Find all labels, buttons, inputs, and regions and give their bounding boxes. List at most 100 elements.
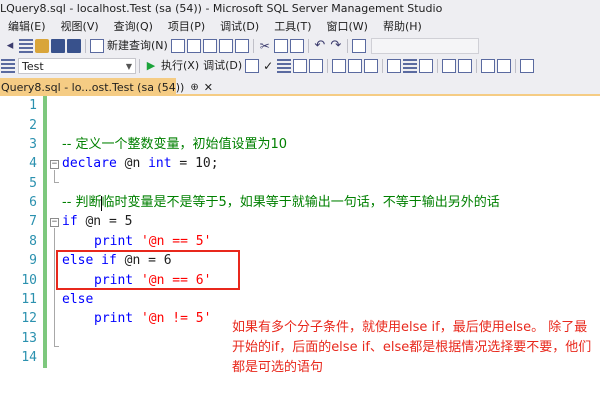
collapse-icon[interactable]: − — [50, 218, 59, 227]
display-plan-icon[interactable] — [293, 59, 308, 73]
line-number: 4 — [29, 156, 37, 171]
query-type-icon-4[interactable] — [218, 39, 233, 53]
increase-indent-icon[interactable] — [497, 59, 512, 73]
menu-project[interactable]: 项目(P) — [164, 18, 209, 34]
solution-icon[interactable] — [351, 39, 366, 53]
keyword-token: if — [62, 214, 78, 229]
keyword-token: int — [148, 156, 172, 171]
find-combo[interactable] — [370, 38, 479, 54]
line-number: 3 — [29, 137, 37, 152]
keyword-token: print — [94, 234, 134, 249]
query-type-icon-2[interactable] — [186, 39, 201, 53]
annotation-highlight-box — [56, 250, 240, 290]
parse-check-icon[interactable]: ✓ — [261, 59, 275, 73]
debug-button[interactable]: 调试(D) — [201, 58, 244, 74]
code-token: @n = 5 — [77, 214, 133, 229]
menu-bar: 编辑(E) 视图(V) 查询(Q) 项目(P) 调试(D) 工具(T) 窗口(W… — [0, 16, 600, 36]
line-number-gutter: 1 2 3 4 5 6 7 8 9 10 11 12 13 14 — [0, 96, 42, 400]
menu-view[interactable]: 视图(V) — [57, 18, 103, 34]
menu-help[interactable]: 帮助(H) — [379, 18, 426, 34]
toolbar-separator — [437, 59, 439, 73]
cancel-query-icon[interactable] — [245, 59, 260, 73]
intellisense-icon[interactable] — [332, 59, 347, 73]
line-number: 5 — [29, 176, 37, 191]
line-number: 11 — [21, 292, 37, 307]
results-grid-icon[interactable] — [403, 59, 418, 73]
comment-lines-icon[interactable] — [442, 59, 457, 73]
new-query-icon[interactable] — [90, 39, 104, 53]
execute-icon[interactable]: ▶ — [144, 59, 158, 73]
redo-icon[interactable]: ↷ — [329, 39, 343, 53]
save-all-icon[interactable] — [67, 39, 81, 53]
connect-icon[interactable] — [1, 59, 15, 73]
save-icon[interactable] — [51, 39, 65, 53]
database-select[interactable]: Test ▼ — [18, 58, 136, 74]
close-icon[interactable]: ✕ — [204, 81, 213, 94]
standard-toolbar: ◂ 新建查询(N) ✂ ↶ ↷ — [0, 36, 600, 56]
toolbar-separator — [307, 39, 309, 53]
tab-query8[interactable]: Query8.sql - lo...ost.Test (sa (54)) ⊕ ✕ — [0, 78, 213, 96]
query-options-icon[interactable] — [309, 59, 324, 73]
toolbar-separator — [346, 39, 348, 53]
text-caret — [101, 196, 102, 211]
execute-button[interactable]: 执行(X) — [159, 58, 201, 74]
code-line-4: declare @n int = 10; — [62, 156, 219, 172]
sql-editor-toolbar: Test ▼ ▶ 执行(X) 调试(D) ✓ — [0, 56, 600, 76]
toolbar-separator — [85, 39, 86, 53]
line-number: 2 — [29, 118, 37, 133]
string-token: '@n == 5' — [140, 234, 212, 249]
fold-guide — [54, 346, 59, 347]
fold-guide — [54, 182, 59, 183]
decrease-indent-icon[interactable] — [481, 59, 496, 73]
line-number: 6 — [29, 195, 37, 210]
code-line-11: else — [62, 292, 93, 308]
paste-icon[interactable] — [289, 39, 304, 53]
query-type-icon-5[interactable] — [234, 39, 249, 53]
line-number: 7 — [29, 214, 37, 229]
tab-label: Query8.sql - lo...ost.Test (sa (54)) — [1, 80, 185, 94]
results-to-grid-icon[interactable] — [277, 59, 292, 73]
line-number: 1 — [29, 98, 37, 113]
pin-icon[interactable]: ⊕ — [190, 82, 198, 93]
code-line-7: if @n = 5 — [62, 214, 132, 230]
menu-window[interactable]: 窗口(W) — [323, 18, 372, 34]
query-type-icon-3[interactable] — [202, 39, 217, 53]
keyword-token: print — [94, 311, 134, 326]
menu-debug[interactable]: 调试(D) — [216, 18, 263, 34]
query-type-icon-1[interactable] — [170, 39, 185, 53]
line-number: 9 — [29, 253, 37, 268]
menu-tools[interactable]: 工具(T) — [270, 18, 315, 34]
comment-text: -- 判断临时变量是不是等于5，如果等于就输出一句话，不等于输出另外的话 — [62, 195, 500, 210]
new-project-icon[interactable] — [19, 39, 33, 53]
client-stats-icon[interactable] — [364, 59, 379, 73]
database-select-value: Test — [22, 59, 44, 73]
code-token: = 10; — [171, 156, 219, 171]
actual-plan-icon[interactable] — [348, 59, 363, 73]
comment-text: -- 定义一个整数变量，初始值设置为10 — [62, 137, 288, 152]
keyword-token: else — [62, 292, 94, 307]
title-bar: LQuery8.sql - localhost.Test (sa (54)) -… — [0, 0, 600, 16]
chevron-down-icon: ▼ — [125, 61, 132, 71]
specify-values-icon[interactable] — [520, 59, 535, 73]
menu-edit[interactable]: 编辑(E) — [4, 18, 50, 34]
toolbar-separator — [515, 59, 517, 73]
window-title: LQuery8.sql - localhost.Test (sa (54)) -… — [0, 1, 443, 15]
copy-icon[interactable] — [273, 39, 288, 53]
code-line-12: print '@n != 5' — [94, 311, 211, 327]
keyword-token: declare — [62, 156, 117, 171]
fold-guide — [54, 228, 55, 346]
menu-query[interactable]: 查询(Q) — [110, 18, 157, 34]
collapse-icon[interactable]: − — [50, 160, 59, 169]
new-query-button[interactable]: 新建查询(N) — [105, 38, 170, 54]
cut-icon[interactable]: ✂ — [258, 39, 272, 53]
line-number: 14 — [21, 350, 37, 365]
results-to-text-icon[interactable] — [387, 59, 402, 73]
string-token: '@n != 5' — [140, 311, 212, 326]
open-file-icon[interactable] — [35, 39, 49, 53]
code-line-3: -- 定义一个整数变量，初始值设置为10 — [62, 137, 287, 153]
back-icon[interactable]: ◂ — [3, 39, 17, 53]
results-to-file-icon[interactable] — [419, 59, 434, 73]
sql-editor[interactable]: 1 2 3 4 5 6 7 8 9 10 11 12 13 14 − − -- … — [0, 96, 600, 400]
uncomment-lines-icon[interactable] — [458, 59, 473, 73]
undo-icon[interactable]: ↶ — [313, 39, 327, 53]
